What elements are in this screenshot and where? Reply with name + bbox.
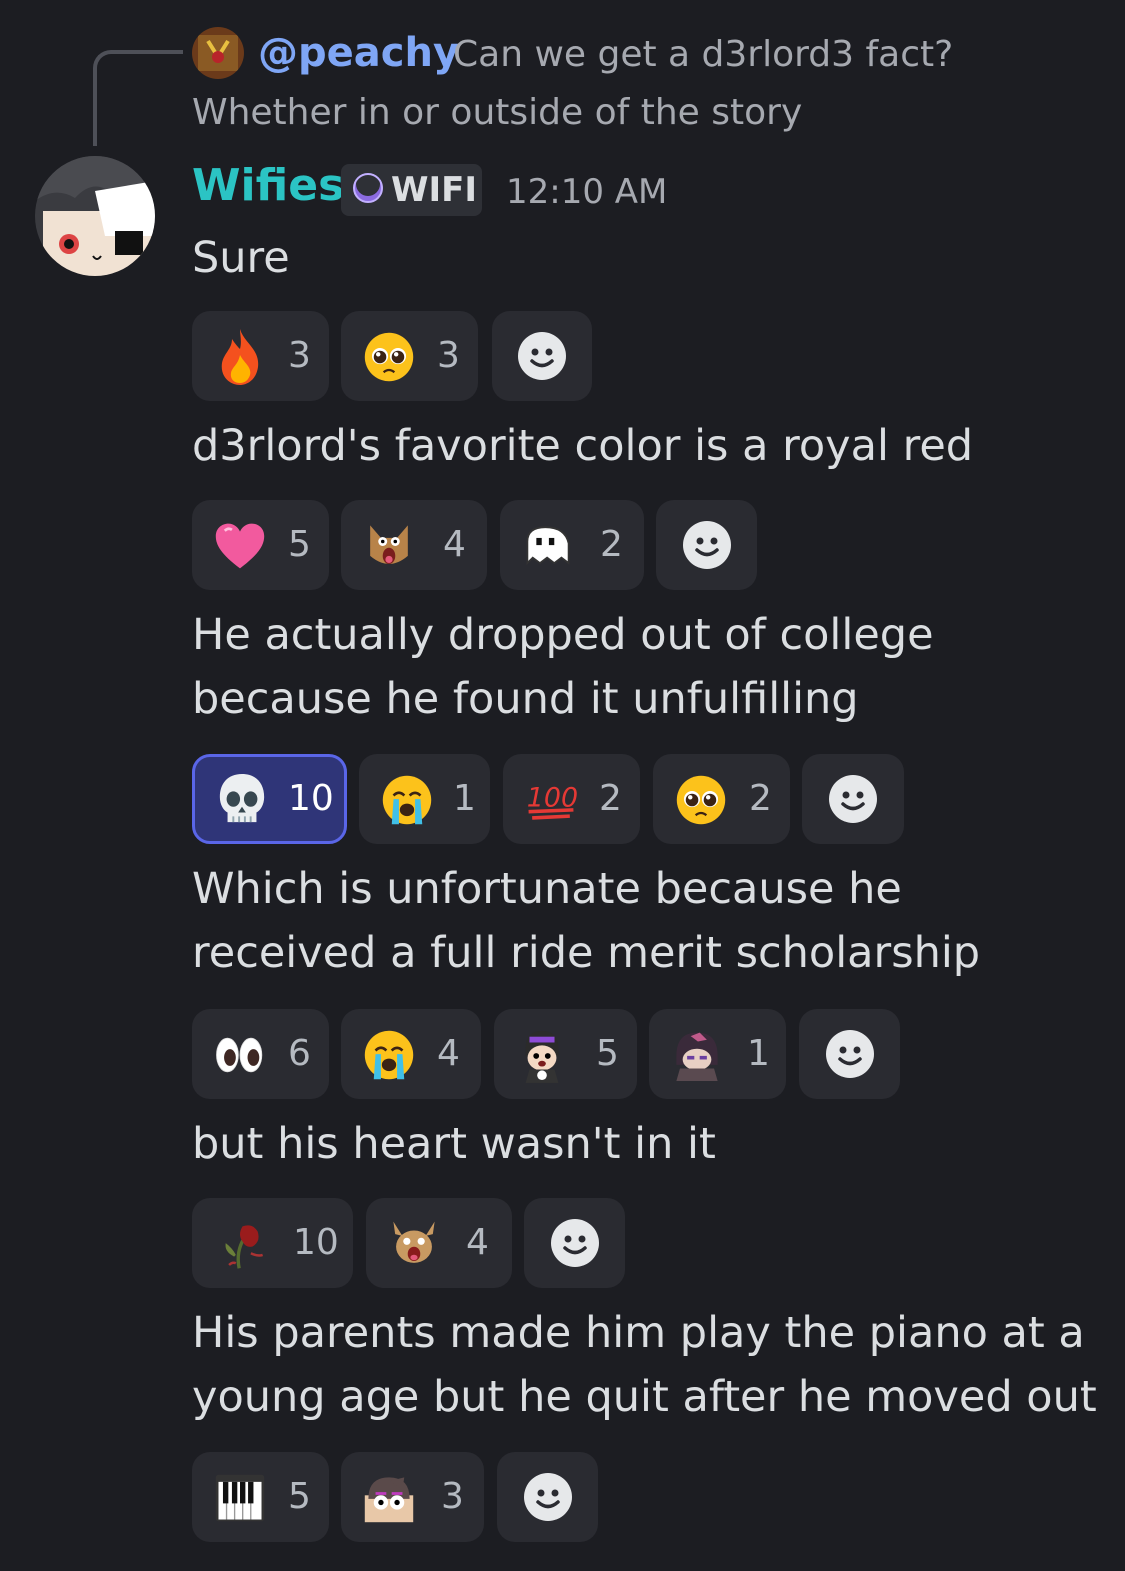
reaction-count: 2 bbox=[600, 524, 623, 565]
message-text[interactable]: but his heart wasn't in it bbox=[192, 1112, 716, 1176]
reaction-button[interactable]: 2 bbox=[500, 500, 644, 590]
reaction-count: 1 bbox=[453, 778, 476, 819]
reaction-button[interactable]: 4 bbox=[341, 500, 487, 590]
add-reaction-button[interactable] bbox=[497, 1452, 598, 1542]
skull-emoji bbox=[216, 774, 268, 826]
pink-heart-emoji bbox=[214, 520, 266, 572]
message-text[interactable]: He actually dropped out of college becau… bbox=[192, 603, 934, 731]
reaction-button[interactable]: 1 bbox=[649, 1009, 786, 1099]
peeking-custom-emoji bbox=[363, 1472, 415, 1524]
message-line: Sure bbox=[192, 233, 290, 283]
reaction-count: 2 bbox=[749, 778, 772, 819]
message-line: because he found it unfulfilling bbox=[192, 674, 859, 724]
reaction-count: 10 bbox=[293, 1222, 339, 1263]
timestamp: 12:10 AM bbox=[506, 172, 668, 212]
pleading-face-emoji bbox=[675, 774, 727, 826]
piano-keys-emoji bbox=[214, 1472, 266, 1524]
crying-face-emoji bbox=[381, 774, 433, 826]
add-reaction-button[interactable] bbox=[524, 1198, 625, 1288]
author-name[interactable]: Wifies bbox=[192, 160, 344, 211]
message-text[interactable]: Which is unfortunate because he received… bbox=[192, 857, 980, 985]
add-reaction-icon bbox=[523, 1473, 572, 1521]
reaction-count: 5 bbox=[596, 1033, 619, 1074]
add-reaction-button[interactable] bbox=[492, 311, 592, 401]
add-reaction-button[interactable] bbox=[799, 1009, 900, 1099]
avatar[interactable] bbox=[35, 156, 155, 276]
reaction-button[interactable]: 3 bbox=[341, 311, 478, 401]
reaction-count: 3 bbox=[441, 1476, 464, 1517]
reaction-button[interactable]: 1 bbox=[359, 754, 490, 844]
message-text[interactable]: Sure bbox=[192, 226, 290, 290]
reaction-count: 5 bbox=[288, 1476, 311, 1517]
reaction-count: 2 bbox=[599, 778, 622, 819]
pleading-face-emoji bbox=[363, 331, 415, 383]
message-text[interactable]: His parents made him play the piano at a… bbox=[192, 1301, 1097, 1429]
character-custom-emoji-2 bbox=[671, 1029, 723, 1081]
moon-icon bbox=[351, 171, 385, 209]
add-reaction-icon bbox=[682, 521, 731, 569]
wilted-rose-emoji bbox=[214, 1218, 266, 1270]
guild-tag[interactable]: WIFI bbox=[341, 164, 482, 216]
message-line: received a full ride merit scholarship bbox=[192, 928, 981, 978]
message-text[interactable]: d3rlord's favorite color is a royal red bbox=[192, 414, 973, 478]
reaction-count: 4 bbox=[443, 524, 466, 565]
message-line: His parents made him play the piano at a bbox=[192, 1308, 1085, 1358]
guild-tag-label: WIFI bbox=[391, 170, 478, 210]
reply-connector bbox=[93, 50, 183, 146]
add-reaction-button[interactable] bbox=[656, 500, 757, 590]
reaction-button[interactable]: 5 bbox=[192, 500, 329, 590]
message-line: but his heart wasn't in it bbox=[192, 1119, 716, 1169]
message-line: d3rlord's favorite color is a royal red bbox=[192, 421, 974, 471]
reply-avatar[interactable] bbox=[192, 27, 244, 79]
reaction-button[interactable]: 10 bbox=[192, 754, 347, 844]
reaction-button[interactable]: 2 bbox=[653, 754, 790, 844]
reaction-count: 4 bbox=[466, 1222, 489, 1263]
reaction-count: 10 bbox=[288, 778, 334, 819]
reaction-button[interactable]: 4 bbox=[341, 1009, 481, 1099]
crying-face-emoji bbox=[363, 1029, 415, 1081]
reaction-button[interactable]: 4 bbox=[366, 1198, 512, 1288]
reaction-button[interactable]: 6 bbox=[192, 1009, 329, 1099]
add-reaction-icon bbox=[825, 1030, 874, 1078]
eyes-emoji bbox=[214, 1029, 266, 1081]
reaction-count: 6 bbox=[288, 1033, 311, 1074]
scared-custom-emoji bbox=[388, 1218, 440, 1270]
message-line: Which is unfortunate because he bbox=[192, 864, 902, 914]
ghost-custom-emoji bbox=[522, 520, 574, 572]
reaction-count: 3 bbox=[288, 335, 311, 376]
reaction-button[interactable]: 5 bbox=[494, 1009, 637, 1099]
message-line: young age but he quit after he moved out bbox=[192, 1372, 1097, 1422]
reaction-button[interactable]: 100 2 bbox=[503, 754, 640, 844]
reply-text[interactable]: Can we get a d3rlord3 fact? bbox=[453, 34, 953, 75]
reaction-button[interactable]: 3 bbox=[192, 311, 329, 401]
character-custom-emoji bbox=[516, 1029, 568, 1083]
reply-text-continued[interactable]: Whether in or outside of the story bbox=[192, 92, 802, 133]
reaction-count: 5 bbox=[288, 524, 311, 565]
add-reaction-icon bbox=[518, 332, 566, 380]
message-line: He actually dropped out of college bbox=[192, 610, 934, 660]
screaming-cat-custom-emoji bbox=[363, 520, 415, 572]
hundred-points-emoji: 100 bbox=[525, 774, 577, 826]
add-reaction-icon bbox=[829, 775, 877, 823]
reaction-count: 4 bbox=[437, 1033, 460, 1074]
reaction-button[interactable]: 5 bbox=[192, 1452, 329, 1542]
reaction-button[interactable]: 3 bbox=[341, 1452, 484, 1542]
reaction-button[interactable]: 10 bbox=[192, 1198, 353, 1288]
reaction-count: 1 bbox=[747, 1033, 770, 1074]
reply-author[interactable]: @peachy bbox=[258, 30, 459, 76]
add-reaction-button[interactable] bbox=[802, 754, 904, 844]
add-reaction-icon bbox=[550, 1219, 599, 1267]
fire-emoji bbox=[214, 329, 266, 385]
reaction-count: 3 bbox=[437, 335, 460, 376]
